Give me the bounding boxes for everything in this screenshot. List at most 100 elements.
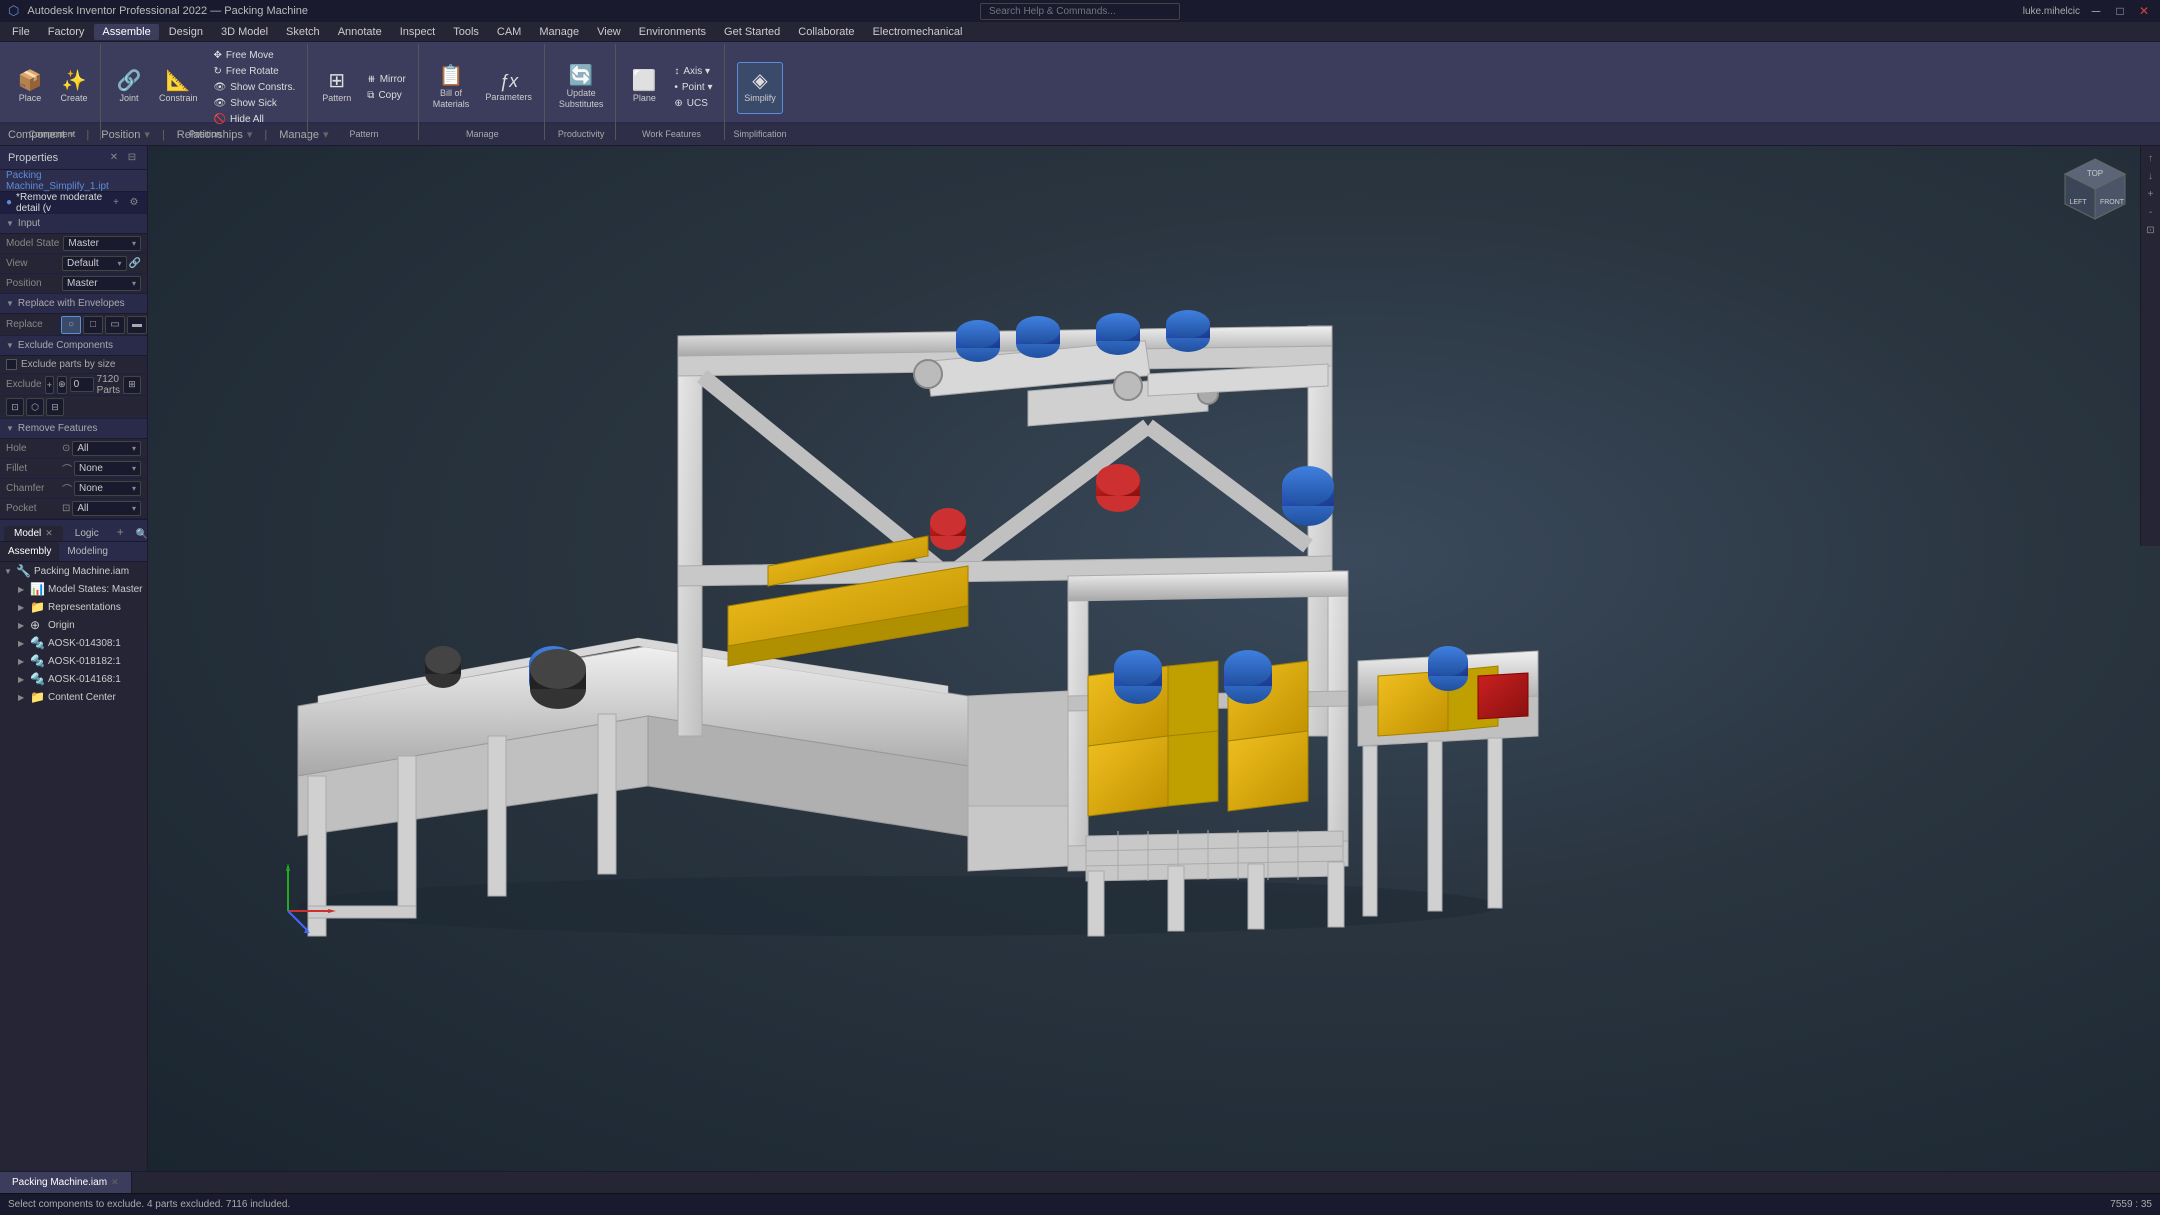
- position-select[interactable]: Master ▾: [62, 276, 141, 291]
- joint-button[interactable]: 🔗 Joint: [109, 62, 149, 114]
- subtab-assembly[interactable]: Assembly: [0, 542, 59, 561]
- model-tab-logic[interactable]: Logic: [65, 526, 109, 541]
- exclude-parts-size-checkbox[interactable]: [6, 359, 17, 370]
- replace-section-header[interactable]: ▼ Replace with Envelopes: [0, 294, 147, 314]
- plane-button[interactable]: ⬜ Plane: [624, 62, 664, 114]
- tree-item-content-center[interactable]: ▶ 📁 Content Center: [0, 688, 147, 706]
- properties-panel-pin-icon[interactable]: ⊟: [125, 151, 139, 165]
- view-link-icon[interactable]: 🔗: [129, 258, 141, 269]
- tree-item-aosk-014308[interactable]: ▶ 🔩 AOSK-014308:1: [0, 634, 147, 652]
- place-button[interactable]: 📦 Place: [10, 62, 50, 114]
- bottom-tab-close[interactable]: ✕: [111, 1177, 119, 1188]
- file-name-bar[interactable]: Packing Machine_Simplify_1.ipt: [0, 170, 147, 192]
- subtab-modeling[interactable]: Modeling: [59, 542, 116, 561]
- replace-btn-square[interactable]: □: [83, 316, 103, 334]
- model-state-select[interactable]: Master ▾: [63, 236, 141, 251]
- pocket-select[interactable]: All ▾: [72, 501, 141, 516]
- copy-button[interactable]: ⧉ Copy: [361, 88, 412, 103]
- exclude-icon3[interactable]: ⊞: [123, 376, 141, 394]
- input-section-header[interactable]: ▼ Input: [0, 214, 147, 234]
- tree-item-origin[interactable]: ▶ ⊕ Origin: [0, 616, 147, 634]
- menu-3dmodel[interactable]: 3D Model: [213, 24, 276, 40]
- update-substitutes-button[interactable]: 🔄 UpdateSubstitutes: [553, 62, 610, 114]
- create-button[interactable]: ✨ Create: [54, 62, 94, 114]
- exclude-icon2[interactable]: ⊕: [57, 376, 67, 394]
- left-panel: Properties ✕ ⊟ Packing Machine_Simplify_…: [0, 146, 148, 1171]
- exclude-add-icon[interactable]: +: [45, 376, 55, 394]
- properties-panel-close-icon[interactable]: ✕: [107, 151, 121, 165]
- exclude-btn2[interactable]: ⬡: [26, 398, 44, 416]
- menu-manage[interactable]: Manage: [531, 24, 587, 40]
- menu-sketch[interactable]: Sketch: [278, 24, 328, 40]
- show-sick-button[interactable]: 👁 Show Sick: [208, 96, 302, 111]
- model-tab-model[interactable]: Model ✕: [4, 526, 63, 541]
- constrain-button[interactable]: 📐 Constrain: [153, 62, 204, 114]
- chamfer-select[interactable]: None ▾: [74, 481, 141, 496]
- exclude-section-header[interactable]: ▼ Exclude Components: [0, 336, 147, 356]
- right-panel-btn4[interactable]: -: [2143, 204, 2159, 220]
- exclude-count-input[interactable]: [70, 377, 94, 392]
- tree-item-model-states[interactable]: ▶ 📊 Model States: Master: [0, 580, 147, 598]
- constraint-settings-icon[interactable]: ⚙: [127, 196, 141, 210]
- model-tab-model-close[interactable]: ✕: [45, 528, 53, 539]
- minimize-button[interactable]: ─: [2088, 3, 2104, 19]
- menu-design[interactable]: Design: [161, 24, 211, 40]
- mirror-button[interactable]: ⧻ Mirror: [361, 72, 412, 87]
- tree-item-representations[interactable]: ▶ 📁 Representations: [0, 598, 147, 616]
- replace-btn-outline[interactable]: ▭: [105, 316, 125, 334]
- fillet-row: Fillet ⌒ None ▾: [0, 459, 147, 479]
- menu-factory[interactable]: Factory: [40, 24, 93, 40]
- view-cube[interactable]: TOP LEFT FRONT: [2060, 154, 2130, 224]
- replace-btn-fill[interactable]: ▬: [127, 316, 147, 334]
- close-button[interactable]: ✕: [2136, 3, 2152, 19]
- menu-environments[interactable]: Environments: [631, 24, 714, 40]
- view-select[interactable]: Default ▾: [62, 256, 127, 271]
- exclude-btn1[interactable]: ⊡: [6, 398, 24, 416]
- free-rotate-button[interactable]: ↻ Free Rotate: [208, 64, 302, 79]
- menu-electromechanical[interactable]: Electromechanical: [865, 24, 971, 40]
- menu-cam[interactable]: CAM: [489, 24, 529, 40]
- constraint-expand-icon[interactable]: +: [109, 196, 123, 210]
- bill-of-materials-button[interactable]: 📋 Bill ofMaterials: [427, 62, 476, 114]
- update-substitutes-icon: 🔄: [569, 66, 594, 86]
- point-button[interactable]: • Point ▾: [668, 80, 718, 95]
- menu-file[interactable]: File: [4, 24, 38, 40]
- menu-getstarted[interactable]: Get Started: [716, 24, 788, 40]
- parameters-button[interactable]: ƒx Parameters: [479, 62, 538, 114]
- free-move-button[interactable]: ✥ Free Move: [208, 48, 302, 63]
- free-rotate-label: Free Rotate: [226, 66, 279, 77]
- right-panel-btn3[interactable]: +: [2143, 186, 2159, 202]
- model-tab-search-icon[interactable]: 🔍: [132, 528, 147, 541]
- exclude-btn3[interactable]: ⊟: [46, 398, 64, 416]
- fillet-select[interactable]: None ▾: [74, 461, 141, 476]
- hide-all-button[interactable]: 🚫 Hide All: [208, 112, 302, 127]
- search-input[interactable]: [980, 3, 1180, 20]
- remove-features-header[interactable]: ▼ Remove Features: [0, 419, 147, 439]
- menu-collaborate[interactable]: Collaborate: [790, 24, 862, 40]
- tree-item-aosk-014168[interactable]: ▶ 🔩 AOSK-014168:1: [0, 670, 147, 688]
- menu-tools[interactable]: Tools: [445, 24, 487, 40]
- right-panel-btn2[interactable]: ↓: [2143, 168, 2159, 184]
- maximize-button[interactable]: □: [2112, 3, 2128, 19]
- tree-icon-aosk2: 🔩: [30, 654, 46, 668]
- axis-button[interactable]: ↕ Axis ▾: [668, 64, 718, 79]
- viewport[interactable]: TOP LEFT FRONT: [148, 146, 2160, 1171]
- plane-label: Plane: [633, 93, 656, 104]
- bottom-tab-packing-machine[interactable]: Packing Machine.iam ✕: [0, 1172, 132, 1193]
- show-constraints-button[interactable]: 👁 Show Constrs.: [208, 80, 302, 95]
- ucs-button[interactable]: ⊕ UCS: [668, 96, 718, 111]
- replace-btn-circle[interactable]: ○: [61, 316, 81, 334]
- right-panel-btn1[interactable]: ↑: [2143, 150, 2159, 166]
- tree-item-aosk-018182[interactable]: ▶ 🔩 AOSK-018182:1: [0, 652, 147, 670]
- menu-annotate[interactable]: Annotate: [330, 24, 390, 40]
- hole-select[interactable]: All ▾: [72, 441, 141, 456]
- right-panel-btn5[interactable]: ⊡: [2143, 222, 2159, 238]
- pattern-button[interactable]: ⊞ Pattern: [316, 62, 357, 114]
- menu-assemble[interactable]: Assemble: [94, 24, 158, 40]
- tree-item-packing-machine[interactable]: ▼ 🔧 Packing Machine.iam: [0, 562, 147, 580]
- simplify-button[interactable]: ◈ Simplify: [737, 62, 783, 114]
- menu-view[interactable]: View: [589, 24, 629, 40]
- properties-panel-header[interactable]: Properties ✕ ⊟: [0, 146, 147, 170]
- model-tab-add[interactable]: +: [111, 523, 130, 541]
- menu-inspect[interactable]: Inspect: [392, 24, 443, 40]
